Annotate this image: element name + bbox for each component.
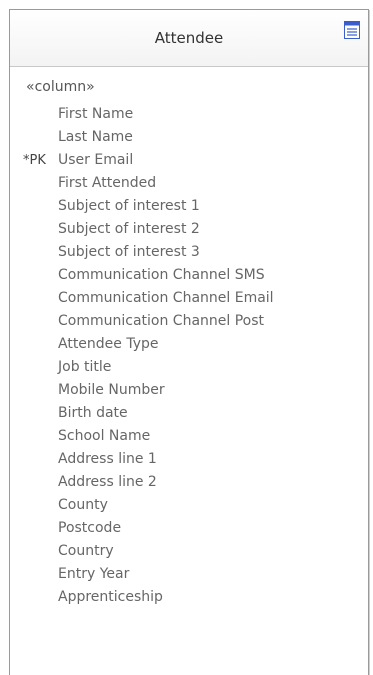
attribute-row[interactable]: First Name: [10, 103, 368, 126]
attribute-row[interactable]: Address line 2: [10, 471, 368, 494]
attribute-name: Communication Channel Post: [58, 313, 265, 329]
attribute-name: Last Name: [58, 129, 133, 145]
attribute-name: User Email: [58, 152, 134, 168]
attribute-row[interactable]: Address line 1: [10, 448, 368, 471]
attendee-entity[interactable]: Attendee «column» First Name Last Name *PK…: [9, 9, 369, 675]
attribute-name: Job title: [58, 359, 112, 375]
attribute-row[interactable]: Subject of interest 1: [10, 195, 368, 218]
attribute-name: Attendee Type: [58, 336, 159, 352]
attribute-row[interactable]: First Attended: [10, 172, 368, 195]
attribute-list: First Name Last Name *PK User Email First At…: [10, 103, 368, 609]
attribute-row[interactable]: Job title: [10, 356, 368, 379]
attribute-row[interactable]: Apprenticeship: [10, 586, 368, 609]
entity-title: Attendee: [154, 29, 224, 47]
attribute-row[interactable]: Entry Year: [10, 563, 368, 586]
diagram-canvas: Attendee «column» First Name Last Name *PK…: [0, 0, 373, 675]
attribute-row[interactable]: Last Name: [10, 126, 368, 149]
attribute-row[interactable]: Birth date: [10, 402, 368, 425]
column-stereotype: «column»: [26, 79, 95, 95]
attribute-name: Subject of interest 1: [58, 198, 200, 214]
entity-header: Attendee: [10, 10, 368, 67]
attribute-row[interactable]: Communication Channel Email: [10, 287, 368, 310]
attribute-name: County: [58, 497, 108, 513]
attribute-row[interactable]: Country: [10, 540, 368, 563]
table-icon: [344, 21, 360, 39]
attribute-row[interactable]: Subject of interest 3: [10, 241, 368, 264]
attribute-row[interactable]: County: [10, 494, 368, 517]
attribute-name: Subject of interest 3: [58, 244, 200, 260]
attribute-name: First Name: [58, 106, 134, 122]
attribute-key: *PK: [23, 153, 46, 168]
attribute-name: Address line 1: [58, 451, 157, 467]
attribute-name: Apprenticeship: [58, 589, 163, 605]
attribute-row[interactable]: Communication Channel Post: [10, 310, 368, 333]
entity-body: «column» First Name Last Name *PK User Emai…: [10, 67, 368, 605]
attribute-row[interactable]: *PK User Email: [10, 149, 368, 172]
attribute-name: Entry Year: [58, 566, 130, 582]
attribute-row[interactable]: Attendee Type: [10, 333, 368, 356]
attribute-row[interactable]: School Name: [10, 425, 368, 448]
attribute-name: Communication Channel Email: [58, 290, 274, 306]
attribute-name: Mobile Number: [58, 382, 165, 398]
attribute-name: First Attended: [58, 175, 157, 191]
attribute-name: Communication Channel SMS: [58, 267, 265, 283]
attribute-row[interactable]: Mobile Number: [10, 379, 368, 402]
attribute-row[interactable]: Postcode: [10, 517, 368, 540]
attribute-name: Country: [58, 543, 114, 559]
attribute-name: Subject of interest 2: [58, 221, 200, 237]
attribute-row[interactable]: Subject of interest 2: [10, 218, 368, 241]
attribute-name: Postcode: [58, 520, 122, 536]
attribute-name: School Name: [58, 428, 151, 444]
attribute-name: Birth date: [58, 405, 128, 421]
attribute-row[interactable]: Communication Channel SMS: [10, 264, 368, 287]
attribute-name: Address line 2: [58, 474, 157, 490]
